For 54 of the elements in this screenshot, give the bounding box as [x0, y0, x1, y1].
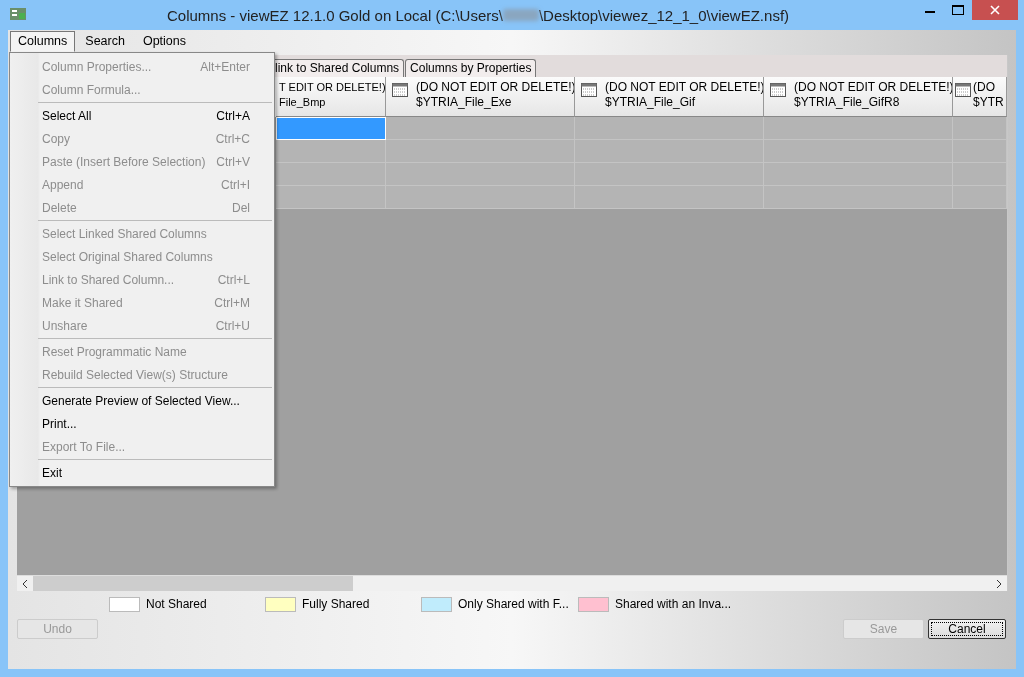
menu-item[interactable]: Exit [10, 461, 274, 484]
menu-item[interactable]: Print... [10, 412, 274, 435]
grid-cell[interactable] [276, 140, 386, 163]
grid-cell[interactable] [575, 117, 764, 140]
header-text: File_Bmp [279, 95, 327, 110]
header-text: (DO NOT EDIT OR DELETE!) [416, 80, 574, 95]
header-text: $YTRIA_File_Gif [605, 95, 697, 110]
grid-icon [581, 83, 597, 97]
scroll-right-icon[interactable] [996, 579, 1002, 588]
header-text: $YTRIA_File_GifR8 [794, 95, 901, 110]
grid-cell[interactable] [276, 163, 386, 186]
header-text: $YTRIA_File_Exe [416, 95, 513, 110]
window-title: Columns - viewEZ 12.1.0 Gold on Local (C:\Users\ [166, 6, 503, 24]
column-header[interactable]: (DO NOT EDIT OR DELETE!) $YTRIA_File_Exe [386, 77, 575, 117]
grid-cell[interactable] [276, 186, 386, 209]
menu-item[interactable]: Select All Ctrl+A [10, 104, 274, 127]
selected-cell[interactable] [276, 117, 386, 140]
menu-bar-item[interactable]: Columns [10, 31, 76, 52]
menu-bar-item[interactable]: Search [77, 31, 133, 52]
menu-item[interactable]: Generate Preview of Selected View... [10, 389, 274, 412]
legend-label: Fully Shared [302, 597, 370, 611]
grid-cell[interactable] [386, 186, 575, 209]
scroll-left-icon[interactable] [22, 579, 28, 588]
grid-cell[interactable] [386, 117, 575, 140]
menu-bar-item[interactable]: Options [134, 31, 195, 52]
grid-cell[interactable] [953, 186, 1007, 209]
legend-label: Shared with an Inva... [615, 597, 732, 611]
cancel-button[interactable]: Cancel [928, 619, 1006, 639]
close-icon [990, 5, 1000, 15]
horizontal-scrollbar[interactable] [17, 575, 1007, 591]
grid-cell[interactable] [386, 140, 575, 163]
app-logo-icon [10, 8, 26, 20]
header-text: $YTR [973, 95, 1004, 110]
header-text: T EDIT OR DELETE!) [279, 80, 385, 95]
maximize-icon [952, 5, 964, 15]
window-title: \Desktop\viewez_12_1_0\viewEZ.nsf) [538, 6, 790, 24]
header-text: (DO NOT EDIT OR DELETE!) [794, 80, 952, 95]
column-header[interactable]: T EDIT OR DELETE!) File_Bmp [276, 77, 386, 117]
column-header[interactable]: (DO $YTR [953, 77, 1007, 117]
blurred-username [502, 9, 539, 21]
grid-cell[interactable] [764, 186, 953, 209]
column-header[interactable]: (DO NOT EDIT OR DELETE!) $YTRIA_File_Gif [575, 77, 764, 117]
legend-label: Not Shared [146, 597, 207, 611]
tab[interactable]: Columns by Properties [405, 59, 537, 77]
header-text: (DO [973, 80, 996, 95]
grid-icon [392, 83, 408, 97]
grid-cell[interactable] [764, 117, 953, 140]
header-text: (DO NOT EDIT OR DELETE!) [605, 80, 763, 95]
grid-cell[interactable] [575, 186, 764, 209]
grid-cell[interactable] [953, 117, 1007, 140]
grid-icon [770, 83, 786, 97]
legend-label: Only Shared with F... [458, 597, 569, 611]
grid-icon [955, 83, 971, 97]
column-header[interactable]: (DO NOT EDIT OR DELETE!) $YTRIA_File_GifR8 [764, 77, 953, 117]
